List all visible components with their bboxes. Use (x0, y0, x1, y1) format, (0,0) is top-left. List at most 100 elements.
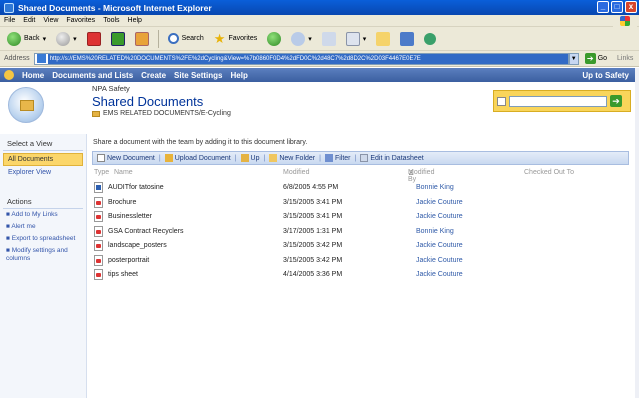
folder-icon (376, 31, 391, 46)
forward-button[interactable]: ▾ (53, 29, 80, 49)
vertical-scrollbar[interactable] (635, 68, 639, 398)
document-name[interactable]: tips sheet (108, 271, 138, 278)
document-modified-by[interactable]: Jackie Couture (416, 213, 463, 220)
nav-site-settings[interactable]: Site Settings (174, 71, 222, 80)
document-name[interactable]: Businessletter (108, 213, 152, 220)
stop-button[interactable] (84, 29, 104, 49)
media-button[interactable] (264, 29, 284, 49)
back-button[interactable]: Back ▾ (4, 29, 49, 49)
document-modified-by[interactable]: Bonnie King (416, 228, 454, 235)
favorites-button[interactable]: ★ Favorites (211, 29, 260, 49)
print-button[interactable]: ▾ (343, 29, 370, 49)
menu-help[interactable]: Help (128, 17, 142, 24)
new-folder-button[interactable]: New Folder (269, 154, 315, 162)
refresh-button[interactable] (108, 29, 128, 49)
discuss-icon (400, 31, 415, 46)
search-input[interactable] (509, 95, 607, 107)
favorites-label: Favorites (228, 35, 258, 42)
search-button[interactable]: Search (165, 29, 207, 49)
filter-icon (324, 154, 333, 162)
mail-button[interactable] (319, 29, 339, 49)
document-modified-by[interactable]: Bonnie King (416, 184, 454, 191)
column-checked-out-to[interactable]: Checked Out To (524, 169, 574, 176)
document-modified: 4/14/2005 3:36 PM (283, 271, 343, 278)
column-name[interactable]: Name (114, 169, 133, 176)
go-button[interactable]: ➔ Go (584, 53, 607, 64)
edit-in-datasheet-button[interactable]: Edit in Datasheet (360, 154, 424, 162)
menu-favorites[interactable]: Favorites (66, 17, 95, 24)
pdf-document-icon (94, 196, 103, 208)
select-view-heading: Select a View (3, 134, 83, 151)
document-name[interactable]: posterportrait (108, 257, 149, 264)
dropdown-arrow-icon: ▾ (308, 35, 312, 43)
menu-file[interactable]: File (4, 17, 15, 24)
document-modified-by[interactable]: Jackie Couture (416, 271, 463, 278)
action-add-to-my-links[interactable]: ■ Add to My Links (0, 209, 86, 221)
pdf-document-icon (94, 240, 103, 251)
menu-edit[interactable]: Edit (23, 17, 35, 24)
maximize-button[interactable]: □ (611, 1, 623, 13)
edit-button[interactable] (373, 29, 393, 49)
close-button[interactable]: x (625, 1, 637, 13)
column-type[interactable]: Type (94, 169, 109, 176)
links-button[interactable]: Links (617, 55, 633, 62)
table-row: AUDITfor tatosine 6/8/2005 4:55 PM Bonni… (92, 181, 629, 196)
list-header: Type Name Modified ♙ Modified By Checked … (92, 169, 629, 183)
document-name[interactable]: GSA Contract Recyclers (108, 228, 183, 235)
nav-home[interactable]: Home (22, 71, 44, 80)
folder-icon (92, 110, 100, 117)
nav-documents-and-lists[interactable]: Documents and Lists (52, 71, 133, 80)
search-go-button[interactable]: ➔ (610, 95, 622, 107)
document-name[interactable]: landscape_posters (108, 242, 167, 249)
up-folder-icon (240, 154, 249, 162)
upload-icon (164, 154, 173, 162)
windows-logo-icon (613, 15, 637, 27)
history-button[interactable]: ▾ (288, 29, 315, 49)
document-name[interactable]: Brochure (108, 199, 136, 206)
window-controls: _ □ x (597, 1, 637, 13)
address-input[interactable]: http://s://EMS%20RELATED%20DOCUMENTS%2FE… (33, 52, 569, 65)
upload-document-button[interactable]: Upload Document (164, 154, 231, 162)
breadcrumb-path[interactable]: EMS RELATED DOCUMENTS/E-Cycling (103, 110, 231, 117)
filter-button[interactable]: Filter (324, 154, 351, 162)
messenger-button[interactable] (421, 29, 439, 49)
nav-help[interactable]: Help (231, 71, 248, 80)
word-document-icon (94, 182, 103, 193)
discuss-button[interactable] (397, 29, 417, 49)
library-description: Share a document with the team by adding… (93, 139, 308, 146)
window-title: Shared Documents - Microsoft Internet Ex… (18, 2, 212, 13)
document-modified-by[interactable]: Jackie Couture (416, 257, 463, 264)
table-row: Businessletter 3/15/2005 3:41 PM Jackie … (92, 210, 629, 225)
new-document-button[interactable]: New Document (97, 154, 155, 162)
address-dropdown-button[interactable]: ▼ (568, 52, 579, 65)
action-modify-settings[interactable]: ■ Modify settings and columns (0, 245, 86, 265)
minimize-button[interactable]: _ (597, 1, 609, 13)
view-explorer[interactable]: Explorer View (0, 167, 86, 178)
home-button[interactable] (132, 29, 152, 49)
document-modified-by[interactable]: Jackie Couture (416, 242, 463, 249)
document-modified-by[interactable]: Jackie Couture (416, 199, 463, 206)
document-library-icon (8, 87, 44, 123)
document-list: AUDITfor tatosine 6/8/2005 4:55 PM Bonni… (92, 181, 629, 283)
table-row: posterportrait 3/15/2005 3:42 PM Jackie … (92, 254, 629, 269)
up-button[interactable]: Up (240, 154, 260, 162)
menu-view[interactable]: View (43, 17, 58, 24)
document-name[interactable]: AUDITfor tatosine (108, 184, 164, 191)
column-modified[interactable]: Modified (283, 169, 309, 176)
search-box: ➔ (493, 90, 631, 112)
table-row: landscape_posters 3/15/2005 3:42 PM Jack… (92, 239, 629, 254)
menu-tools[interactable]: Tools (103, 17, 119, 24)
action-label: Modify settings and columns (6, 247, 68, 262)
actions-heading: Actions (3, 192, 83, 209)
toolbar-separator: | (263, 154, 266, 162)
toolbar-separator: | (354, 154, 357, 162)
action-export-to-spreadsheet[interactable]: ■ Export to spreadsheet (0, 233, 86, 245)
action-alert-me[interactable]: ■ Alert me (0, 221, 86, 233)
up-to-safety-link[interactable]: Up to Safety (582, 71, 629, 80)
nav-create[interactable]: Create (141, 71, 166, 80)
ie-icon (4, 2, 14, 13)
search-icon (167, 33, 179, 44)
mail-icon (321, 31, 336, 46)
dropdown-arrow-icon: ▾ (362, 35, 367, 43)
view-all-documents[interactable]: All Documents (3, 153, 83, 166)
